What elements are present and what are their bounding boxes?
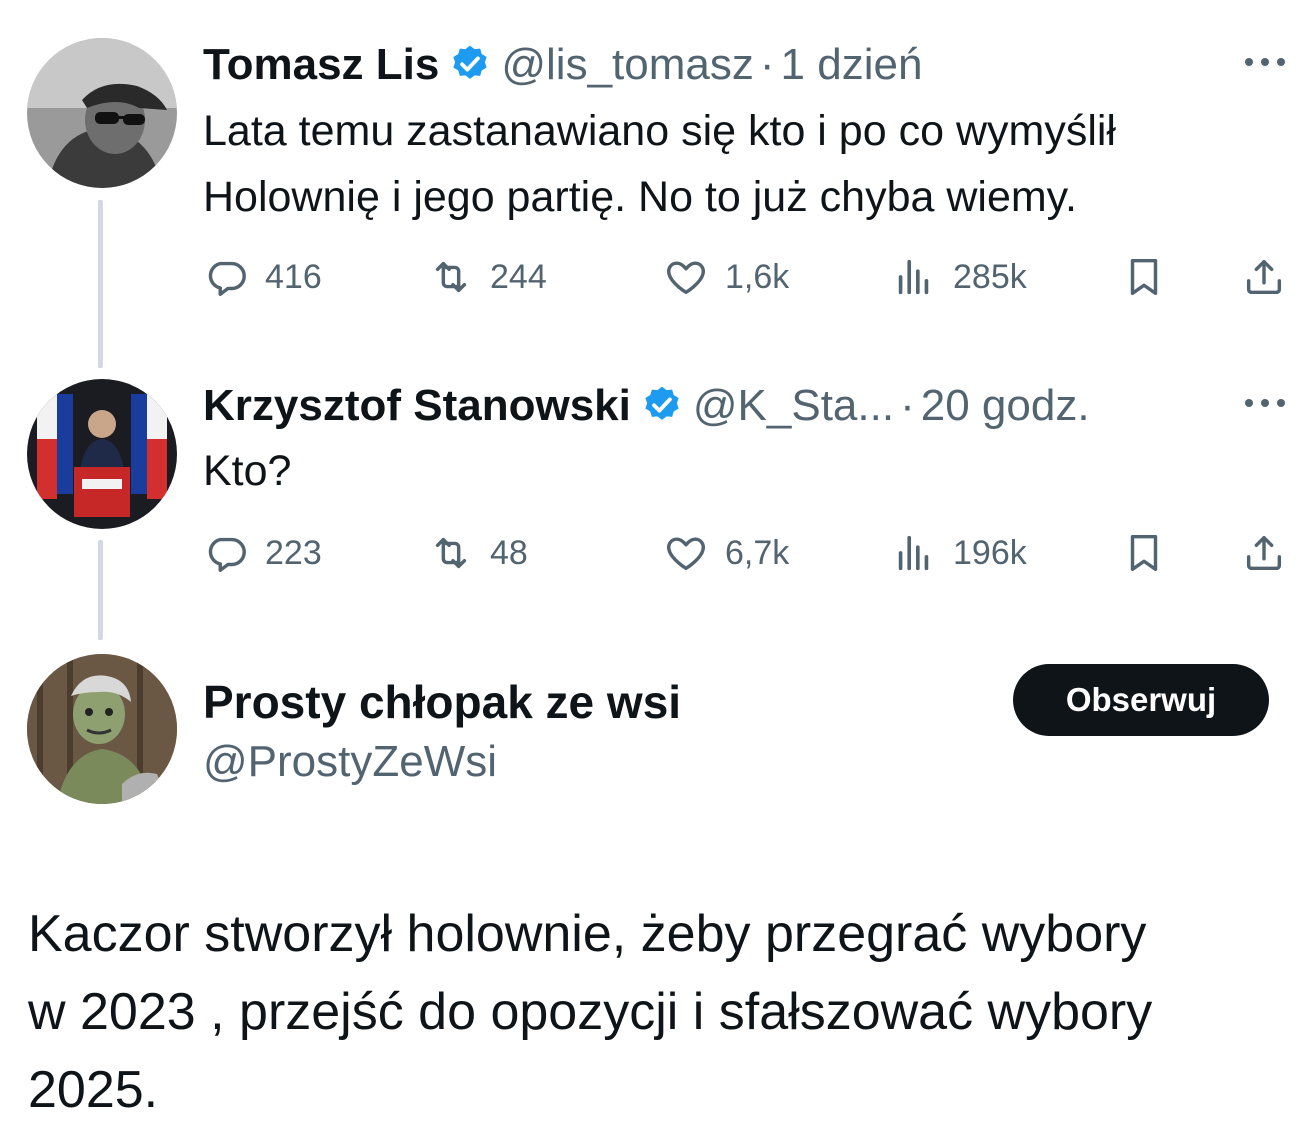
avatar-prosty-chlopak[interactable]: [27, 654, 177, 804]
verified-badge-icon: [641, 384, 683, 426]
like-count: 6,7k: [725, 533, 790, 572]
tweet-actions: 416 244 1,6k 285k: [203, 252, 1293, 302]
like-count: 1,6k: [725, 257, 790, 296]
like-button[interactable]: 6,7k: [663, 528, 789, 578]
reply-icon: [208, 261, 246, 296]
author-name[interactable]: Tomasz Lis: [203, 39, 439, 91]
tweet-text-line: Holownię i jego partię. No to już chyba …: [203, 173, 1077, 221]
retweet-button[interactable]: 48: [428, 528, 528, 578]
tweet-text: Lata temu zastanawiano się kto i po co w…: [203, 98, 1116, 230]
reply-button[interactable]: 416: [203, 252, 322, 302]
reply-count: 223: [265, 533, 322, 572]
reply-button[interactable]: 223: [203, 528, 322, 578]
views-button[interactable]: 196k: [891, 528, 1027, 578]
author-name[interactable]: Prosty chłopak ze wsi: [203, 675, 681, 729]
retweet-count: 48: [490, 533, 528, 572]
tweet-header: Tomasz Lis @lis_tomasz · 1 dzień: [203, 37, 922, 91]
thread-connector: [98, 540, 103, 640]
avatar-krzysztof-stanowski[interactable]: [27, 379, 177, 529]
bookmark-button[interactable]: [1121, 252, 1167, 302]
tweet-text-line: Kto?: [203, 447, 292, 495]
author-handle[interactable]: @lis_tomasz: [501, 39, 754, 91]
more-icon[interactable]: [1245, 397, 1285, 409]
retweet-count: 244: [490, 257, 547, 296]
share-icon: [1246, 259, 1282, 295]
heart-icon: [667, 537, 705, 571]
retweet-icon: [435, 261, 467, 293]
retweet-icon: [435, 537, 467, 569]
author-name[interactable]: Krzysztof Stanowski: [203, 380, 631, 432]
reply-count: 416: [265, 257, 322, 296]
bookmark-icon: [1130, 258, 1158, 296]
share-button[interactable]: [1241, 252, 1287, 302]
separator-dot: ·: [900, 381, 915, 430]
views-icon: [898, 535, 929, 571]
tweet-header: Krzysztof Stanowski @K_Sta... · 20 godz.: [203, 378, 1090, 432]
bookmark-icon: [1130, 534, 1158, 572]
retweet-button[interactable]: 244: [428, 252, 547, 302]
like-button[interactable]: 1,6k: [663, 252, 789, 302]
heart-icon: [667, 261, 705, 295]
author-handle[interactable]: @ProstyZeWsi: [203, 737, 497, 787]
bookmark-button[interactable]: [1121, 528, 1167, 578]
reply-icon: [208, 537, 246, 572]
share-icon: [1246, 535, 1282, 571]
more-icon[interactable]: [1245, 56, 1285, 68]
tweet-time[interactable]: 1 dzień: [781, 39, 923, 91]
avatar-tomasz-lis[interactable]: [27, 38, 177, 188]
views-count: 285k: [953, 257, 1027, 296]
share-button[interactable]: [1241, 528, 1287, 578]
follow-button[interactable]: Obserwuj: [1013, 664, 1269, 736]
thread-connector: [98, 200, 103, 368]
tweet-time[interactable]: 20 godz.: [921, 380, 1090, 432]
views-icon: [898, 259, 929, 295]
post-text: Kaczor stworzył holownie, żeby przegrać …: [28, 905, 1153, 1119]
tweet-text: Kto?: [203, 438, 291, 504]
author-handle[interactable]: @K_Sta...: [693, 380, 894, 432]
views-button[interactable]: 285k: [891, 252, 1027, 302]
tweet-actions: 223 48 6,7k 196k: [203, 528, 1293, 578]
views-count: 196k: [953, 533, 1027, 572]
verified-badge-icon: [449, 43, 491, 85]
tweet-text-line: Lata temu zastanawiano się kto i po co w…: [203, 107, 1116, 155]
separator-dot: ·: [759, 40, 775, 89]
